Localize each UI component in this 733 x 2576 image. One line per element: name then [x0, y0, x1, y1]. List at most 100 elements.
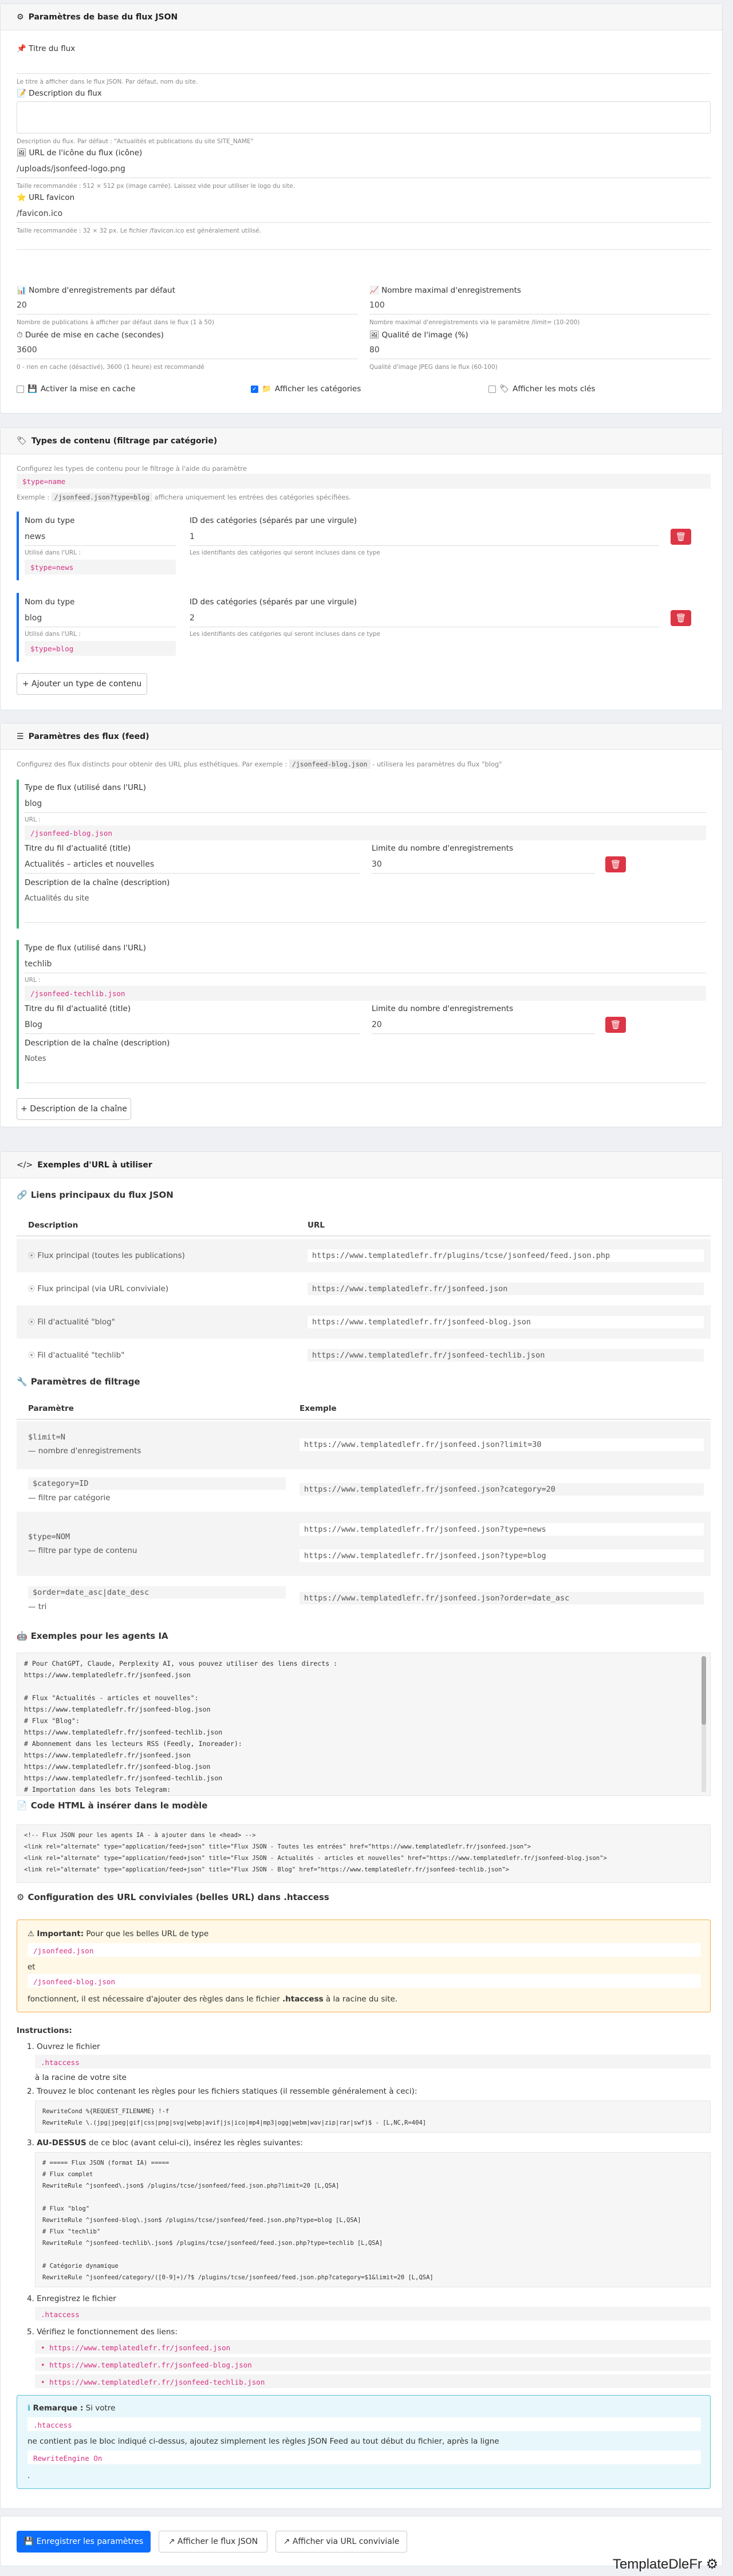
icon-url-input[interactable]: /uploads/jsonfeed-logo.png: [17, 161, 711, 178]
view-friendly-url-button[interactable]: ↗ Afficher via URL conviviale: [275, 2531, 407, 2553]
feeds-intro: Configurez des flux distincts pour obten…: [17, 760, 502, 769]
html-code-block[interactable]: <!-- Flux JSON pour les agents IA - à aj…: [17, 1824, 711, 1883]
save-button[interactable]: 💾 Enregistrer les paramètres: [17, 2531, 151, 2553]
floppy-icon: 💾: [23, 2537, 34, 2546]
filter-example-url[interactable]: https://www.templatedlefr.fr/jsonfeed.js…: [299, 1438, 704, 1451]
delete-feed-button[interactable]: 🗑: [605, 856, 626, 872]
floppy-icon: 💾: [27, 384, 37, 394]
feed-type-input[interactable]: blog: [25, 796, 706, 813]
delete-feed-button[interactable]: 🗑: [605, 1017, 626, 1033]
per-page-input[interactable]: 20: [17, 297, 358, 314]
type-ids-input[interactable]: 1: [190, 529, 659, 546]
types-param-code: $type=name: [17, 474, 711, 489]
note-icon: 📝: [17, 89, 26, 98]
filter-example-url[interactable]: https://www.templatedlefr.fr/jsonfeed.js…: [299, 1592, 704, 1604]
add-feed-button[interactable]: + Description de la chaîne: [17, 1098, 131, 1120]
trash-icon: 🗑: [610, 1020, 621, 1030]
step-5: 5. Vérifiez le fonctionnement des liens:: [27, 2327, 178, 2337]
max-input[interactable]: 100: [369, 297, 711, 314]
main-link-row: ⦿ Flux principal (toutes les publication…: [17, 1239, 711, 1272]
feeds-card: ☰ Paramètres des flux (feed) Configurez d…: [0, 723, 723, 1127]
warning-icon: ⚠: [27, 1929, 35, 1938]
basic-divider: [17, 249, 711, 250]
show-tags-checkbox[interactable]: 🏷 Afficher les mots clés: [488, 384, 595, 394]
step-2: 2. Trouvez le bloc contenant les règles …: [27, 2087, 417, 2096]
feed-desc-textarea[interactable]: Notes: [25, 1051, 706, 1083]
desc-textarea[interactable]: [17, 101, 711, 133]
show-categories-checkbox[interactable]: ✓ 📁 Afficher les catégories: [251, 384, 361, 394]
quality-input[interactable]: 80: [369, 342, 711, 359]
basic-settings-card: ⚙ Paramètres de base du flux JSON 📌 Titre…: [0, 3, 723, 414]
checkbox-unchecked-icon: [17, 385, 24, 393]
plus-icon: +: [22, 679, 29, 689]
per-page-label: 📊 Nombre d'enregistrements par défaut: [17, 286, 176, 295]
desc-help: Description du flux. Par défaut : "Actua…: [17, 138, 254, 145]
html-code-title: 📄 Code HTML à insérer dans le modèle: [17, 1800, 208, 1811]
col-example-header: Exemple: [299, 1404, 337, 1413]
delete-type-button[interactable]: 🗑: [671, 529, 691, 545]
favicon-input[interactable]: /favicon.ico: [17, 206, 711, 223]
external-link-icon: ↗: [168, 2537, 175, 2546]
check-link[interactable]: • https://www.templatedlefr.fr/jsonfeed.…: [35, 2340, 711, 2354]
trash-icon: 🗑: [675, 613, 687, 623]
max-help: Nombre maximal d'enregistrements via le …: [369, 319, 580, 326]
basic-settings-header: ⚙ Paramètres de base du flux JSON: [1, 4, 722, 30]
add-type-button[interactable]: + Ajouter un type de contenu: [17, 673, 147, 695]
trash-icon: 🗑: [610, 859, 621, 870]
code-icon: </>: [17, 1160, 33, 1170]
view-feed-button[interactable]: ↗ Afficher le flux JSON: [159, 2531, 267, 2553]
filter-example-url[interactable]: https://www.templatedlefr.fr/jsonfeed.js…: [299, 1523, 704, 1536]
main-link-url[interactable]: https://www.templatedlefr.fr/jsonfeed-bl…: [308, 1316, 704, 1328]
type-ids-input[interactable]: 2: [190, 610, 659, 627]
static-rules-code: RewriteCond %{REQUEST_FILENAME} !-f Rewr…: [35, 2101, 711, 2133]
filter-row: $limit=N — nombre d'enregistrements https:…: [17, 1421, 711, 1469]
icon-url-label: 🖼 URL de l'icône du flux (icône): [17, 148, 143, 158]
trash-icon: 🗑: [675, 532, 687, 542]
filter-example-url[interactable]: https://www.templatedlefr.fr/jsonfeed.js…: [299, 1549, 704, 1562]
main-link-row: ⦿ Fil d'actualité "blog" https://www.temp…: [17, 1305, 711, 1339]
quality-label: 🖼 Qualité de l'image (%): [369, 331, 468, 340]
rss-icon: ⦿: [28, 1285, 36, 1293]
content-types-header: 🏷 Types de contenu (filtrage par catégori…: [1, 428, 722, 454]
type-param-code: $type=blog: [25, 641, 176, 656]
enable-cache-checkbox[interactable]: 💾 Activer la mise en cache: [17, 384, 135, 394]
feed-url-code: /jsonfeed-techlib.json: [25, 986, 706, 1001]
main-link-row: ⦿ Fil d'actualité "techlib" https://www.t…: [17, 1339, 711, 1372]
important-alert: ⚠ Important: Pour que les belles URL de …: [17, 1920, 711, 2012]
wrench-icon: 🔧: [17, 1377, 27, 1387]
main-link-url[interactable]: https://www.templatedlefr.fr/plugins/tcs…: [308, 1249, 704, 1262]
delete-type-button[interactable]: 🗑: [671, 610, 691, 626]
main-link-url[interactable]: https://www.templatedlefr.fr/jsonfeed-te…: [308, 1349, 704, 1362]
filter-example-url[interactable]: https://www.templatedlefr.fr/jsonfeed.js…: [299, 1483, 704, 1496]
note-alert: ℹ Remarque : Si votre .htaccess ne conti…: [17, 2395, 711, 2489]
cache-input[interactable]: 3600: [17, 342, 358, 359]
ai-examples-textarea[interactable]: # Pour ChatGPT, Claude, Perplexity AI, v…: [17, 1653, 711, 1796]
examples-header: </> Exemples d'URL à utiliser: [1, 1152, 722, 1178]
step-4: 4. Enregistrez le fichier: [27, 2294, 116, 2303]
tag-icon: 🏷: [17, 436, 27, 446]
feed-limit-input[interactable]: 30: [372, 856, 595, 874]
type-name-input[interactable]: news: [25, 529, 176, 546]
favicon-label: ⭐ URL favicon: [17, 193, 75, 202]
feed-desc-textarea[interactable]: Actualités du site: [25, 891, 706, 923]
instructions-title: Instructions:: [17, 2026, 72, 2035]
feed-title-input[interactable]: Actualités – articles et nouvelles: [25, 856, 360, 874]
content-types-card: 🏷 Types de contenu (filtrage par catégori…: [0, 427, 723, 710]
feed-limit-input[interactable]: 20: [372, 1017, 595, 1034]
chart-icon: 📊: [17, 286, 26, 295]
type-row-news: Nom du type news Utilisé dans l'URL : $t…: [17, 512, 711, 580]
scrollbar[interactable]: [702, 1656, 706, 1792]
check-link[interactable]: • https://www.templatedlefr.fr/jsonfeed-…: [35, 2357, 711, 2371]
feed-title-input[interactable]: Blog: [25, 1017, 360, 1034]
icon-url-help: Taille recommandée : 512 × 512 px (image…: [17, 183, 295, 190]
feed-title-help: Le titre à afficher dans le flux JSON. P…: [17, 78, 198, 85]
main-link-url[interactable]: https://www.templatedlefr.fr/jsonfeed.js…: [308, 1283, 704, 1295]
feed-type-input[interactable]: techlib: [25, 956, 706, 973]
info-icon: ℹ: [27, 2404, 31, 2413]
check-link[interactable]: • https://www.templatedlefr.fr/jsonfeed-…: [35, 2374, 711, 2388]
feed-title-input[interactable]: [17, 57, 711, 74]
gear-icon: ⚙: [17, 1892, 25, 1902]
cache-help: 0 - rien en cache (désactivé), 3600 (1 h…: [17, 364, 204, 371]
feed-item-blog: Type de flux (utilisé dans l'URL) blog U…: [17, 780, 711, 929]
type-name-input[interactable]: blog: [25, 610, 176, 627]
